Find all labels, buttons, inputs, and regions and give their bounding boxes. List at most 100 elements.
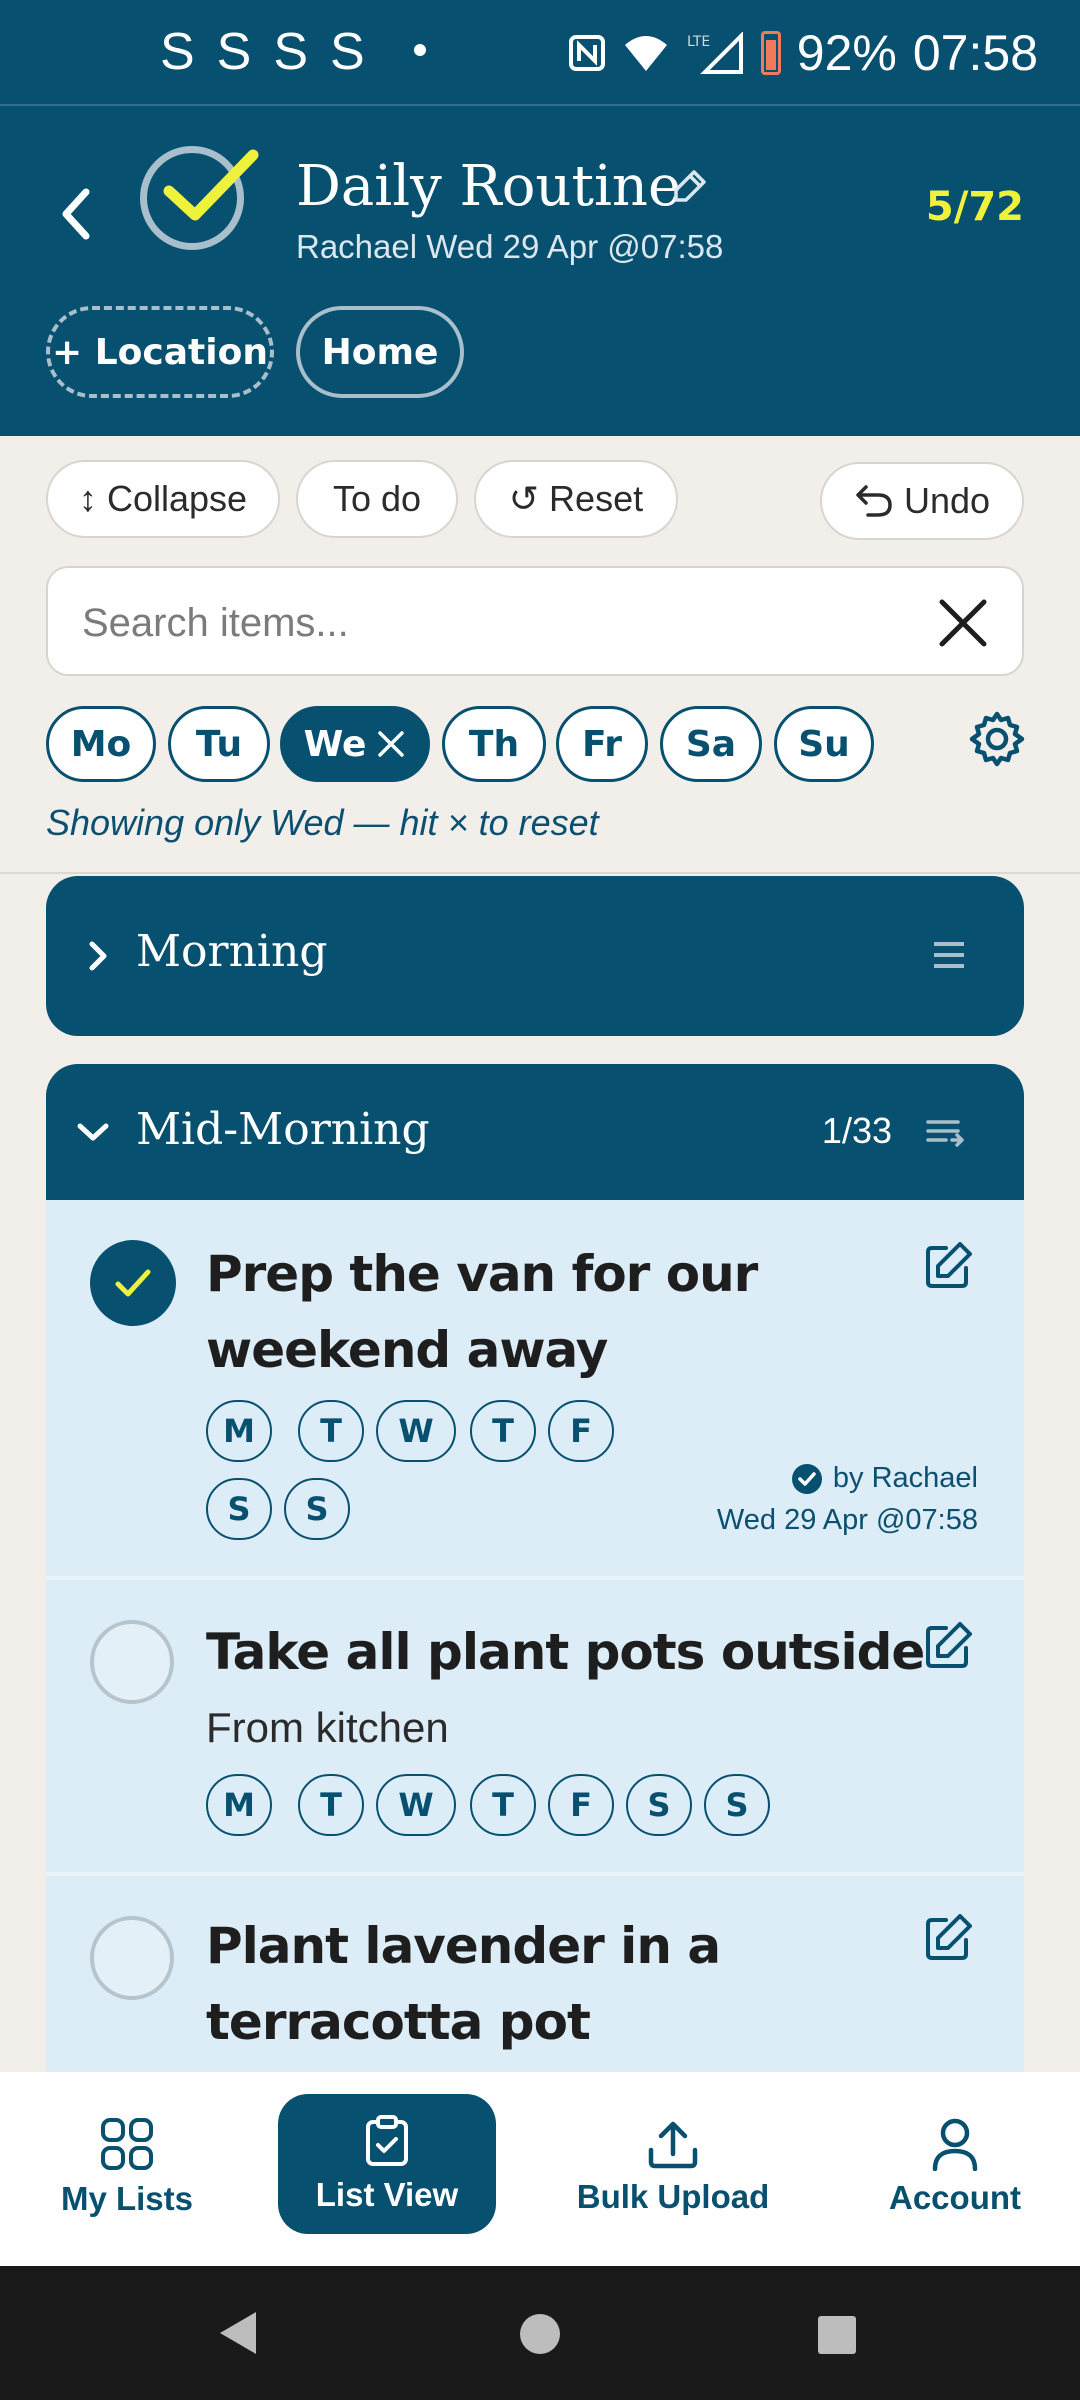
nav-list-view[interactable]: List View [278, 2094, 496, 2234]
location-home-button[interactable]: Home [296, 306, 464, 398]
day-chip-s: S [284, 1478, 350, 1540]
wifi-icon [624, 36, 667, 71]
section-mid-morning-title: Mid-Morning [136, 1104, 430, 1155]
clear-search-icon[interactable] [938, 598, 988, 648]
nav-bulk-upload[interactable]: Bulk Upload [560, 2092, 786, 2242]
battery-percent: 92% [796, 25, 897, 81]
nav-account-label: Account [889, 2179, 1021, 2216]
item-title: Take all plant pots outside [206, 1623, 925, 1681]
day-filter-su[interactable]: Su [774, 706, 874, 782]
user-icon [932, 2118, 978, 2171]
battery-icon [760, 31, 781, 75]
status-right: LTE 92% 07:58 [567, 24, 1038, 82]
back-triangle-icon[interactable] [216, 2308, 260, 2358]
edit-item-icon[interactable] [924, 1912, 974, 1962]
list-item[interactable]: Plant lavender in a terracotta pot [46, 1876, 1024, 2072]
close-icon [378, 731, 405, 757]
nfc-icon [568, 35, 605, 71]
upload-icon [648, 2121, 698, 2169]
divider [0, 872, 1080, 874]
day-filter-mo[interactable]: Mo [46, 706, 156, 782]
section-morning[interactable]: Morning [46, 876, 1024, 1036]
system-nav-bar [0, 2266, 1080, 2400]
day-chip-t: T [470, 1400, 536, 1462]
day-chip-s: S [626, 1774, 692, 1836]
chevron-right-icon [89, 941, 107, 971]
day-filter-fr[interactable]: Fr [556, 706, 648, 782]
home-circle-icon[interactable] [518, 2312, 562, 2356]
day-filter-we-label: We [303, 723, 367, 765]
item-checkbox[interactable] [90, 1620, 174, 1704]
day-chip-s: S [704, 1774, 770, 1836]
edit-title-icon[interactable] [672, 168, 708, 204]
filter-note: Showing only Wed — hit × to reset [46, 802, 599, 843]
recents-square-icon[interactable] [816, 2314, 858, 2356]
day-filter-tu[interactable]: Tu [168, 706, 270, 782]
section-mid-morning[interactable]: Mid-Morning 1/33 [46, 1064, 1024, 1202]
add-location-button[interactable]: + Location [46, 306, 274, 398]
item-checkbox[interactable] [90, 1916, 174, 2000]
nav-list-view-label: List View [315, 2176, 459, 2213]
list-meta: Rachael Wed 29 Apr @07:58 [296, 228, 724, 265]
day-chip-t: T [470, 1774, 536, 1836]
edit-item-icon[interactable] [924, 1620, 974, 1670]
nav-bulk-upload-label: Bulk Upload [576, 2178, 770, 2215]
list-item[interactable]: Take all plant pots outside From kitchen… [46, 1580, 1024, 1876]
back-icon[interactable] [56, 184, 96, 244]
checkmark-icon [163, 149, 259, 221]
completed-by: by Rachael [791, 1462, 978, 1495]
nav-my-lists-label: My Lists [60, 2180, 194, 2217]
menu-icon[interactable] [932, 940, 966, 970]
search-input[interactable] [82, 588, 902, 658]
bottom-nav: My Lists List View Bulk Upload Account [0, 2072, 1080, 2266]
svg-text:LTE: LTE [687, 34, 710, 50]
progress-counter: 5/72 [925, 184, 1024, 230]
completed-by-name: by Rachael [832, 1462, 978, 1494]
list-header: Daily Routine Rachael Wed 29 Apr @07:58 … [0, 106, 1080, 436]
todo-filter-button[interactable]: To do [296, 460, 458, 538]
list-item-done[interactable]: Prep the van for our weekend away M T W … [46, 1200, 1024, 1580]
day-chip-m: M [206, 1774, 272, 1836]
gear-icon[interactable] [968, 710, 1026, 768]
sort-list-icon[interactable] [926, 1118, 966, 1150]
section-count: 1/33 [821, 1110, 892, 1151]
notification-icons: SSSS [160, 23, 387, 81]
nav-my-lists[interactable]: My Lists [24, 2092, 230, 2242]
day-chip-t: T [298, 1400, 364, 1462]
item-title: Prep the van for our [206, 1245, 758, 1303]
search-box [46, 566, 1024, 676]
day-chip-m: M [206, 1400, 272, 1462]
edit-item-icon[interactable] [924, 1240, 974, 1290]
item-title: Plant lavender in a [206, 1917, 721, 1975]
item-title-line2: terracotta pot [206, 1993, 591, 2051]
more-notifications-dot [414, 44, 426, 56]
item-title-line2: weekend away [206, 1321, 608, 1379]
check-badge-icon [791, 1463, 822, 1494]
day-filter-th[interactable]: Th [442, 706, 546, 782]
clipboard-check-icon [366, 2115, 408, 2166]
undo-button[interactable]: Undo [820, 462, 1024, 540]
chevron-down-icon [77, 1123, 109, 1141]
day-filter-we[interactable]: We [280, 706, 430, 782]
day-chip-s: S [206, 1478, 272, 1540]
status-bar: SSSS LTE 92% 07:58 [0, 0, 1080, 106]
item-checkbox-checked[interactable] [90, 1240, 176, 1326]
day-chip-f: F [548, 1400, 614, 1462]
day-chip-t: T [298, 1774, 364, 1836]
reset-button[interactable]: ↺ Reset [474, 460, 678, 538]
collapse-button[interactable]: ↕ Collapse [46, 460, 280, 538]
item-subtitle: From kitchen [206, 1704, 449, 1751]
undo-label: Undo [903, 480, 991, 521]
list-complete-toggle[interactable] [140, 146, 259, 250]
page-title: Daily Routine [296, 154, 682, 219]
undo-icon [856, 485, 892, 517]
day-chip-f: F [548, 1774, 614, 1836]
day-filter-sa[interactable]: Sa [660, 706, 762, 782]
checkmark-icon [115, 1269, 151, 1297]
nav-account[interactable]: Account [860, 2092, 1050, 2242]
section-morning-title: Morning [136, 926, 328, 977]
lte-signal-icon: LTE [687, 32, 743, 74]
grid-icon [101, 2118, 153, 2170]
day-chip-w: W [376, 1400, 456, 1462]
clock: 07:58 [912, 25, 1038, 81]
